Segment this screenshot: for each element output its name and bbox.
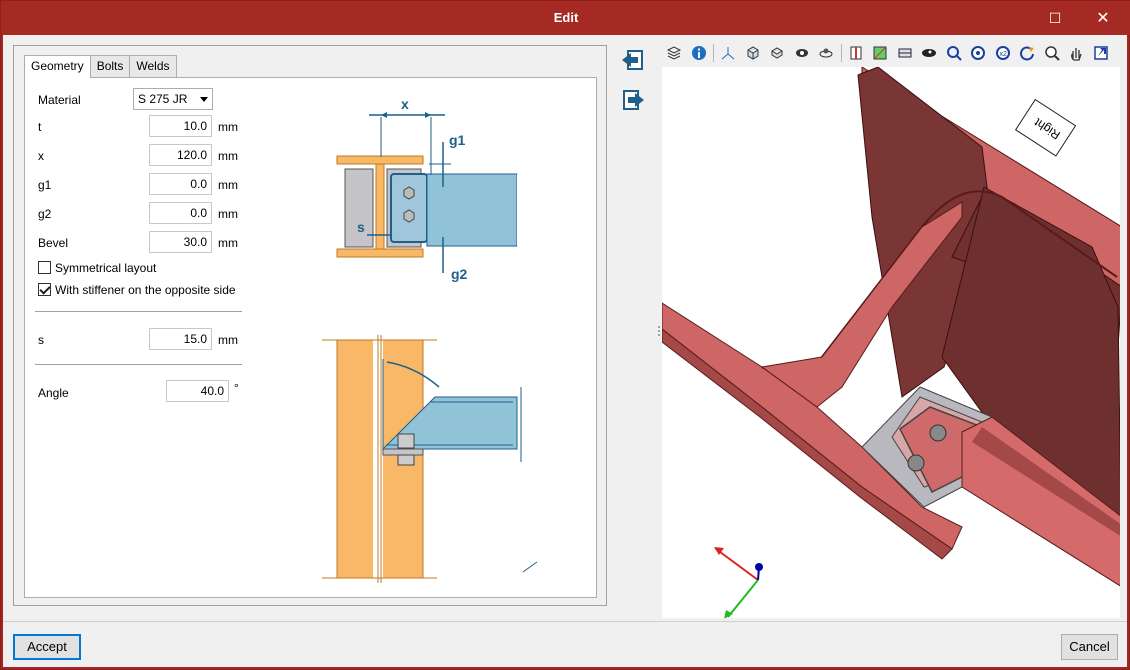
zoom-out-icon[interactable]: x2	[991, 42, 1016, 64]
divider	[35, 364, 242, 365]
layers-icon[interactable]	[662, 42, 687, 64]
axes-icon[interactable]	[716, 42, 741, 64]
drawing-label-x: x	[401, 96, 409, 112]
g1-input[interactable]: 0.0	[149, 173, 212, 195]
viewer-toolbar: x2	[662, 41, 1120, 65]
zoom-icon[interactable]	[1040, 42, 1065, 64]
connection-drawing: x g1 g2 s	[251, 87, 585, 587]
import-arrow-icon[interactable]	[619, 47, 647, 73]
cube-view-icon[interactable]	[741, 42, 766, 64]
export-arrow-icon[interactable]	[619, 87, 647, 113]
material-select[interactable]: S 275 JR	[133, 88, 213, 110]
accept-button[interactable]: Accept	[13, 634, 81, 660]
cancel-button[interactable]: Cancel	[1061, 634, 1118, 660]
g1-unit: mm	[218, 178, 238, 192]
x-unit: mm	[218, 149, 238, 163]
g2-unit: mm	[218, 207, 238, 221]
t-unit: mm	[218, 120, 238, 134]
stiffener-label: With stiffener on the opposite side	[55, 283, 236, 297]
dialog-footer: Accept Cancel	[3, 621, 1127, 667]
material-value: S 275 JR	[138, 92, 188, 106]
drawing-label-s: s	[357, 219, 365, 235]
views-icon[interactable]	[765, 42, 790, 64]
x-label: x	[38, 149, 44, 163]
wireframe-icon[interactable]	[868, 42, 893, 64]
orbit-icon[interactable]	[814, 42, 839, 64]
connection-schematic: x g1 g2 s	[322, 96, 538, 583]
angle-label: Angle	[38, 386, 69, 400]
info-icon[interactable]	[687, 42, 712, 64]
zoom-window-icon[interactable]	[942, 42, 967, 64]
splitter-grip[interactable]	[657, 325, 661, 339]
edit-window: Edit ☐ ✕ Geometry Bolts Welds Material S…	[0, 0, 1130, 670]
g2-input[interactable]: 0.0	[149, 202, 212, 224]
stiffener-checkbox[interactable]	[38, 283, 51, 296]
bevel-unit: mm	[218, 236, 238, 250]
visibility-icon[interactable]	[917, 42, 942, 64]
symmetrical-label: Symmetrical layout	[55, 261, 157, 275]
tab-bolts[interactable]: Bolts	[89, 55, 131, 77]
drawing-label-g2: g2	[451, 266, 468, 282]
zoom-extents-icon[interactable]	[966, 42, 991, 64]
angle-input[interactable]: 40.0	[166, 380, 229, 402]
g2-label: g2	[38, 207, 52, 221]
s-label: s	[38, 333, 44, 347]
toolbar-separator	[713, 44, 714, 62]
parameters-panel: Geometry Bolts Welds Material S 275 JR t…	[13, 45, 607, 606]
title-bar: Edit ☐ ✕	[1, 1, 1130, 35]
svg-text:x2: x2	[999, 51, 1007, 58]
pan-icon[interactable]	[1064, 42, 1089, 64]
maximize-icon[interactable]: ☐	[1041, 7, 1069, 29]
3d-viewport[interactable]: Right	[662, 67, 1120, 618]
s-unit: mm	[218, 333, 238, 347]
symmetrical-checkbox[interactable]	[38, 261, 51, 274]
t-label: t	[38, 120, 42, 134]
s-input[interactable]: 15.0	[149, 328, 212, 350]
g1-label: g1	[38, 178, 52, 192]
drawing-label-g1: g1	[449, 132, 466, 148]
toolbar-separator	[840, 44, 842, 62]
t-input[interactable]: 10.0	[149, 115, 212, 137]
3d-model-render: Right	[662, 67, 1120, 618]
window-title: Edit	[553, 10, 579, 25]
hide-icon[interactable]	[893, 42, 918, 64]
section-icon[interactable]	[844, 42, 869, 64]
divider	[35, 311, 242, 312]
export-icon[interactable]	[1089, 42, 1114, 64]
bevel-input[interactable]: 30.0	[149, 231, 212, 253]
tab-welds[interactable]: Welds	[129, 55, 177, 77]
dialog-client: Geometry Bolts Welds Material S 275 JR t…	[3, 35, 1127, 667]
angle-unit: °	[234, 381, 239, 395]
bevel-label: Bevel	[38, 236, 69, 250]
close-icon[interactable]: ✕	[1089, 7, 1117, 29]
material-label: Material	[38, 93, 81, 107]
eye-render-icon[interactable]	[790, 42, 815, 64]
tab-geometry[interactable]: Geometry	[24, 55, 91, 78]
geometry-tab-body: Material S 275 JR t 10.0 mm x 120.0 mm g…	[24, 77, 597, 598]
x-input[interactable]: 120.0	[149, 144, 212, 166]
rotate-icon[interactable]	[1015, 42, 1040, 64]
tab-strip: Geometry Bolts Welds	[24, 55, 177, 78]
chevron-down-icon	[200, 97, 208, 102]
